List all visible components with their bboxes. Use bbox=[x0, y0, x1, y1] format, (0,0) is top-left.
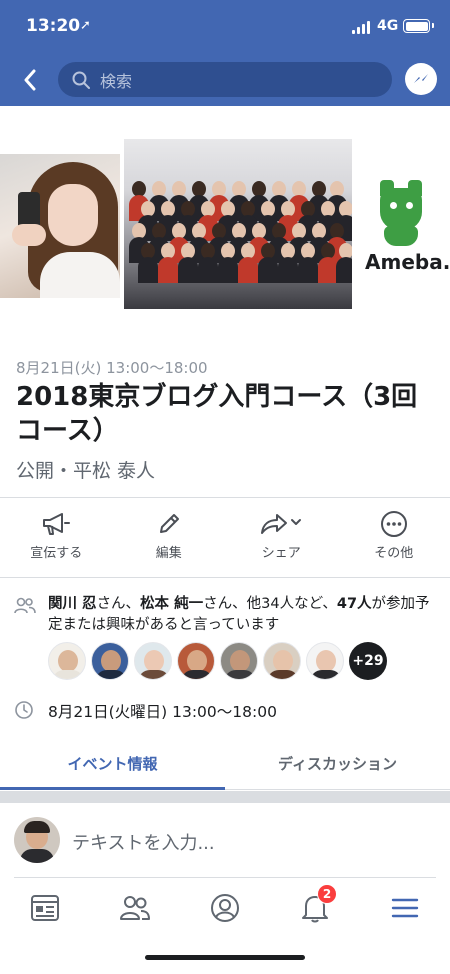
more-button[interactable]: その他 bbox=[338, 508, 450, 572]
home-indicator bbox=[145, 955, 305, 960]
promote-button[interactable]: 宣伝する bbox=[0, 508, 113, 572]
avatar[interactable] bbox=[134, 642, 172, 680]
more-label: その他 bbox=[374, 546, 414, 561]
attendee-name-2[interactable]: 松本 純一 bbox=[140, 596, 203, 612]
share-button[interactable]: シェア bbox=[225, 508, 338, 572]
share-icon bbox=[261, 514, 302, 534]
signal-icon bbox=[352, 21, 370, 34]
location-icon: ➚ bbox=[80, 18, 91, 33]
avatar[interactable] bbox=[91, 642, 129, 680]
clock-icon bbox=[15, 701, 33, 719]
event-actions: 宣伝する 編集 シェア その他 bbox=[0, 508, 450, 572]
search-input[interactable]: 検索 bbox=[58, 62, 392, 97]
back-button[interactable] bbox=[16, 64, 44, 96]
attendance-summary[interactable]: 関川 忍さん、松本 純一さん、他34人など、47人が参加予定または興味があると言… bbox=[48, 594, 440, 636]
attendee-avatars: +29 bbox=[48, 642, 387, 680]
notification-badge: 2 bbox=[317, 884, 337, 904]
search-icon bbox=[72, 71, 90, 89]
divider bbox=[0, 577, 450, 578]
avatar[interactable] bbox=[48, 642, 86, 680]
people-icon bbox=[14, 597, 36, 614]
attendee-count: 47人 bbox=[336, 596, 372, 612]
tab-menu[interactable] bbox=[385, 888, 425, 928]
menu-icon bbox=[391, 898, 419, 918]
messenger-icon bbox=[414, 74, 428, 83]
edit-label: 編集 bbox=[155, 546, 182, 561]
tab-profile[interactable] bbox=[205, 888, 245, 928]
attendee-name-1[interactable]: 関川 忍 bbox=[48, 596, 97, 612]
tab-notifications[interactable]: 2 bbox=[295, 884, 337, 928]
tab-news-feed[interactable] bbox=[25, 888, 65, 928]
megaphone-icon bbox=[43, 513, 71, 535]
status-bar: 13:20 ➚ 4G bbox=[0, 0, 450, 54]
edit-button[interactable]: 編集 bbox=[113, 508, 226, 572]
more-icon bbox=[380, 511, 407, 537]
top-bar: 13:20 ➚ 4G 検索 bbox=[0, 0, 450, 106]
chevron-left-icon bbox=[24, 69, 36, 91]
event-cover-image[interactable]: Ameba. bbox=[0, 106, 450, 342]
ameba-logo: Ameba. bbox=[362, 180, 450, 278]
battery-icon bbox=[403, 19, 434, 33]
event-tabs: イベント情報 ディスカッション bbox=[0, 738, 450, 790]
ameba-wordmark: Ameba. bbox=[365, 250, 450, 274]
tab-discussion[interactable]: ディスカッション bbox=[225, 738, 450, 789]
user-avatar bbox=[14, 817, 60, 863]
network-type: 4G bbox=[377, 18, 399, 34]
post-composer[interactable]: テキストを入力... bbox=[0, 803, 450, 877]
avatar[interactable] bbox=[220, 642, 258, 680]
event-datetime[interactable]: 8月21日(火曜日) 13:00〜18:00 bbox=[48, 700, 277, 722]
share-label: シェア bbox=[261, 546, 301, 561]
avatar[interactable] bbox=[177, 642, 215, 680]
messenger-button[interactable] bbox=[405, 63, 437, 95]
profile-icon bbox=[211, 894, 239, 922]
bottom-tab-bar: 2 bbox=[0, 880, 450, 940]
avatar[interactable] bbox=[263, 642, 301, 680]
event-title: 2018東京ブログ入門コース（3回コース） bbox=[16, 382, 418, 446]
tab-friends[interactable] bbox=[115, 888, 155, 928]
divider bbox=[14, 877, 436, 878]
attendance-text-part: さん、 bbox=[96, 596, 141, 612]
news-feed-icon bbox=[31, 895, 59, 921]
tab-event-info[interactable]: イベント情報 bbox=[0, 738, 225, 790]
friends-icon bbox=[120, 896, 150, 920]
more-attendees-badge[interactable]: +29 bbox=[349, 642, 387, 680]
divider bbox=[0, 497, 450, 498]
avatar[interactable] bbox=[306, 642, 344, 680]
status-time: 13:20 bbox=[26, 16, 81, 36]
event-date: 8月21日(火) 13:00〜18:00 bbox=[16, 359, 208, 377]
attendance-text-part: さん、他34人など、 bbox=[203, 596, 337, 612]
event-privacy-host[interactable]: 公開・平松 泰人 bbox=[16, 456, 155, 483]
cover-photo-group bbox=[124, 139, 352, 309]
cover-photo-woman bbox=[0, 154, 120, 298]
pencil-icon bbox=[159, 514, 179, 533]
promote-label: 宣伝する bbox=[30, 546, 83, 561]
composer-input[interactable]: テキストを入力... bbox=[72, 829, 215, 855]
search-placeholder: 検索 bbox=[100, 71, 133, 91]
section-separator bbox=[0, 791, 450, 803]
